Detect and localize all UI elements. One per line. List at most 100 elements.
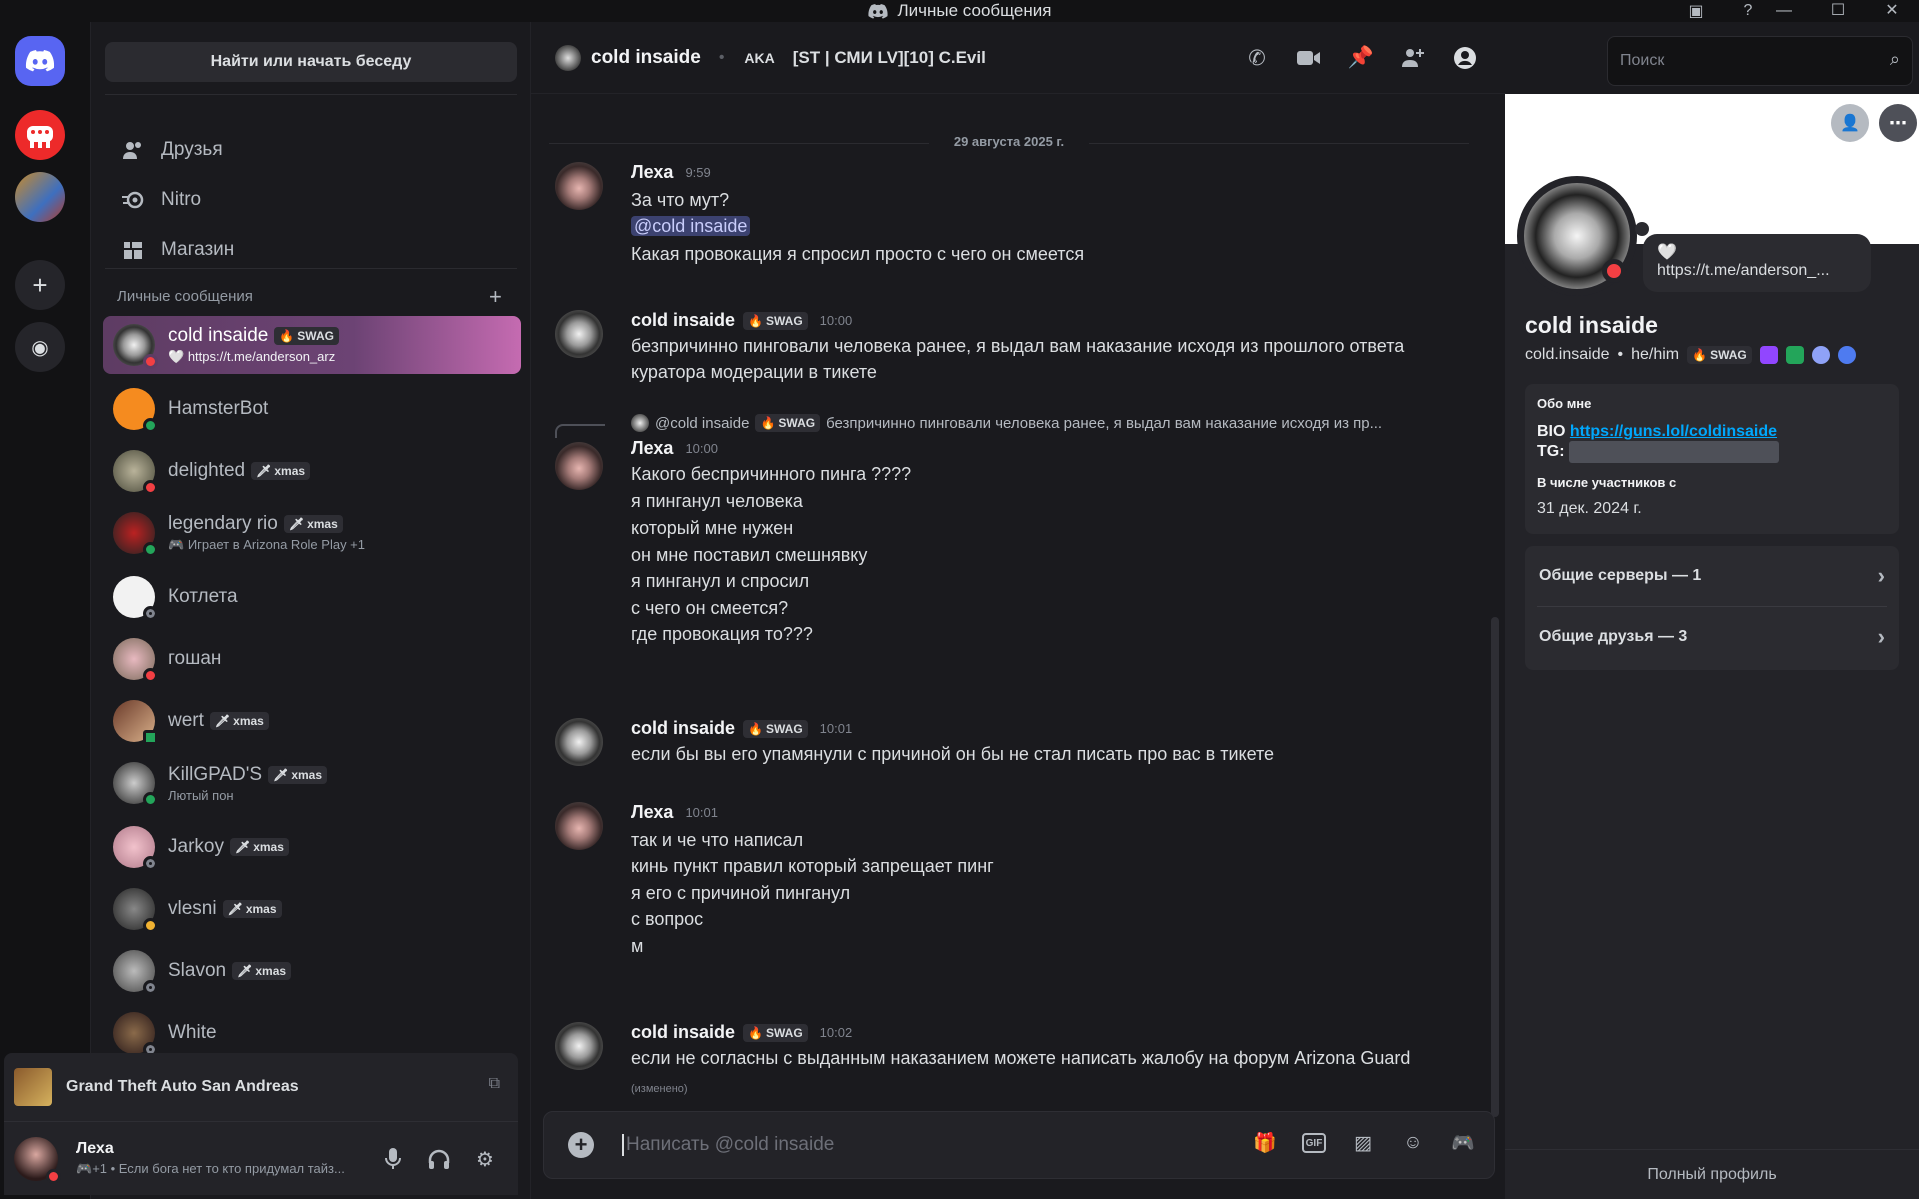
chevron-right-icon: › [1877, 624, 1885, 649]
minimize-button[interactable]: — [1757, 0, 1811, 22]
author-name[interactable]: cold insaide [631, 718, 735, 739]
dm-item-hamsterbot[interactable]: HamsterBot [103, 380, 521, 438]
clan-tag: 🔥 SWAG [743, 1023, 808, 1042]
emoji-icon[interactable]: ☺ [1400, 1130, 1426, 1156]
clan-tag: 🗡 xmas [268, 765, 328, 784]
mutual-friends-row[interactable]: Общие друзья — 3 › [1525, 607, 1899, 667]
mutual-servers-label: Общие серверы — 1 [1539, 567, 1702, 584]
help-icon[interactable]: ? [1737, 0, 1759, 22]
attach-plus-icon[interactable]: + [568, 1132, 594, 1158]
dm-item-killgpads[interactable]: KillGPAD'S 🗡 xmas Лютый пон [103, 754, 521, 812]
avatar [113, 700, 158, 745]
timestamp: 10:00 [819, 313, 853, 328]
home-button[interactable] [15, 36, 65, 86]
clan-tag: 🔥 SWAG [755, 414, 821, 432]
user-profile-icon[interactable] [1452, 45, 1478, 71]
more-options-icon[interactable]: ⋯ [1879, 104, 1917, 142]
dm-item-cold-insaide[interactable]: cold insaide 🔥 SWAG 🤍 https://t.me/anderso… [103, 316, 521, 374]
message-input[interactable]: Написать @cold insaide [622, 1134, 834, 1156]
dm-item-kotleta[interactable]: Котлета [103, 568, 521, 626]
avatar [113, 638, 158, 683]
author-avatar[interactable] [555, 442, 603, 490]
user-mention[interactable]: @cold insaide [631, 216, 751, 236]
inbox-icon[interactable]: ▣ [1685, 0, 1707, 22]
bio-label: BIO [1537, 423, 1566, 440]
timestamp: 9:59 [685, 165, 711, 180]
create-dm-button[interactable]: + [489, 284, 502, 310]
title-bar: Личные сообщения ▣ ? — ☐ ✕ [0, 0, 1919, 22]
redacted-block [1569, 441, 1779, 463]
dm-item-slavon[interactable]: Slavon 🗡 xmas [103, 942, 521, 1000]
gear-icon[interactable]: ⚙ [470, 1144, 500, 1174]
author-name[interactable]: cold insaide [631, 1022, 735, 1043]
sticker-icon[interactable]: ▨ [1350, 1130, 1376, 1156]
server-icon-2[interactable] [15, 172, 65, 222]
server-icon-1[interactable] [15, 110, 65, 160]
avatar [113, 388, 158, 433]
author-avatar[interactable] [555, 718, 603, 766]
dm-item-vlesni[interactable]: vlesni 🗡 xmas [103, 880, 521, 938]
maximize-button[interactable]: ☐ [1811, 0, 1865, 22]
tag-text: xmas [274, 464, 306, 478]
author-avatar[interactable] [555, 162, 603, 210]
date-separator: 29 августа 2025 г. [549, 134, 1469, 149]
close-button[interactable]: ✕ [1865, 0, 1919, 22]
screen-share-icon[interactable]: ⧉ [489, 1075, 500, 1093]
member-since-header: В числе участников с [1537, 475, 1677, 490]
full-profile-button[interactable]: Полный профиль [1505, 1149, 1919, 1199]
recipient-avatar[interactable] [555, 44, 581, 71]
video-call-icon[interactable] [1296, 45, 1322, 71]
add-server-button[interactable]: + [15, 260, 65, 310]
avatar [113, 450, 158, 495]
avatar [113, 324, 158, 369]
activities-gamepad-icon[interactable]: 🎮 [1450, 1130, 1476, 1156]
chat-panel: cold insaide • AKA [ST | СМИ LV][10] C.E… [530, 22, 1506, 1199]
mutual-servers-row[interactable]: Общие серверы — 1 › [1525, 546, 1899, 606]
author-name[interactable]: Леха [631, 162, 673, 183]
clan-tag[interactable]: 🔥 SWAG [1687, 346, 1752, 364]
boost-badge-icon[interactable] [1837, 346, 1856, 364]
microphone-icon[interactable] [378, 1144, 408, 1174]
profile-pronouns: he/him [1631, 346, 1680, 363]
reply-preview[interactable]: @cold insaide 🔥 SWAG безпричинно пинговал… [631, 414, 1382, 432]
add-friends-to-dm-icon[interactable] [1400, 45, 1426, 71]
search-input[interactable]: Поиск ⌕ [1607, 36, 1913, 86]
add-friend-icon[interactable]: 👤 [1831, 104, 1869, 142]
bio-link[interactable]: https://guns.lol/coldinsaide [1570, 423, 1777, 440]
gif-icon[interactable]: GIF [1302, 1133, 1326, 1153]
chat-scrollbar[interactable] [1491, 617, 1499, 1117]
clan-tag: 🗡 xmas [232, 962, 292, 980]
gift-icon[interactable]: 🎁 [1252, 1130, 1278, 1156]
profile-panel: 👤 ⋯ 🤍 https://t.me/anderson_... cold ins… [1505, 94, 1919, 1199]
nitro-badge-icon[interactable] [1811, 346, 1830, 364]
author-name[interactable]: Леха [631, 802, 673, 823]
discover-button[interactable]: ◉ [15, 322, 65, 372]
active-developer-badge-icon[interactable] [1785, 346, 1804, 364]
dm-item-jarkoy[interactable]: Jarkoy 🗡 xmas [103, 818, 521, 876]
nav-nitro[interactable]: Nitro [105, 178, 517, 222]
author-avatar[interactable] [555, 1022, 603, 1070]
headphones-icon[interactable] [424, 1144, 454, 1174]
dm-item-goshan[interactable]: гошан [103, 630, 521, 688]
hypesquad-badge-icon[interactable] [1759, 346, 1778, 364]
author-name[interactable]: Леха [631, 438, 673, 459]
status-dnd-icon [1602, 259, 1626, 283]
message-text: так и че что написал [631, 830, 804, 850]
recipient-name[interactable]: cold insaide [591, 47, 701, 69]
find-conversation-button[interactable]: Найти или начать беседу [105, 42, 517, 82]
nav-friends[interactable]: Друзья [105, 128, 517, 172]
pin-icon[interactable]: 📌 [1348, 45, 1374, 71]
nav-shop[interactable]: Магазин [105, 228, 517, 272]
author-avatar[interactable] [555, 802, 603, 850]
profile-avatar[interactable] [1517, 176, 1637, 296]
dm-item-legendary-rio[interactable]: legendary rio 🗡 xmas 🎮 Играет в Arizona Ro… [103, 504, 521, 562]
user-avatar[interactable] [14, 1136, 61, 1184]
avatar [113, 576, 158, 621]
author-avatar[interactable] [555, 310, 603, 358]
dm-item-wert[interactable]: wert 🗡 xmas [103, 692, 521, 750]
dm-status-text: https://t.me/anderson_arz [187, 349, 336, 364]
author-name[interactable]: cold insaide [631, 310, 735, 331]
reply-text: безпричинно пинговали человека ранее, я … [826, 414, 1383, 432]
voice-call-icon[interactable]: ✆ [1244, 45, 1270, 71]
dm-item-delighted[interactable]: delighted 🗡 xmas [103, 442, 521, 500]
